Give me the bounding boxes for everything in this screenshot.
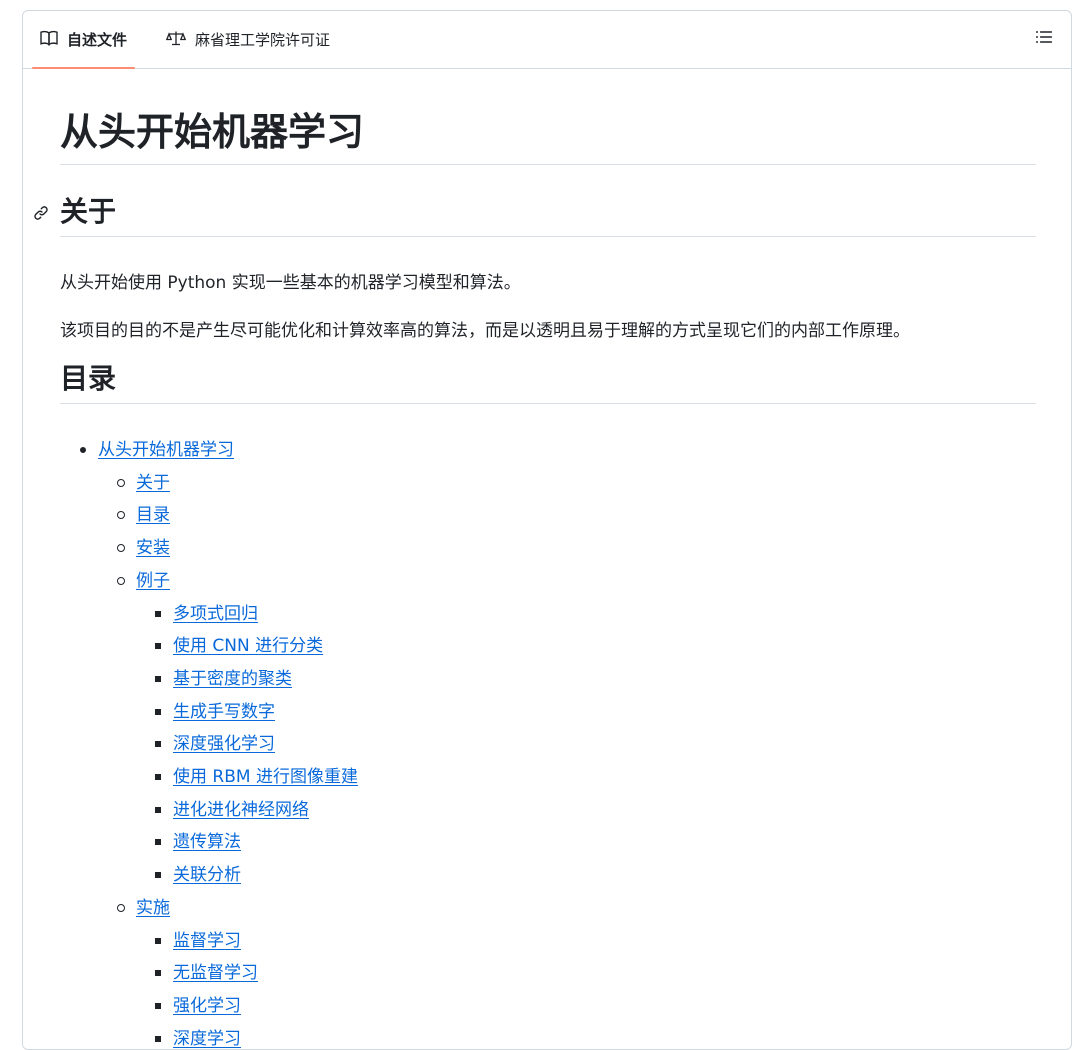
anchor-link[interactable]	[31, 202, 51, 222]
about-paragraph-1: 从头开始使用 Python 实现一些基本的机器学习模型和算法。	[60, 273, 521, 293]
toc-item: 监督学习	[60, 925, 358, 958]
toc-item: 从头开始机器学习	[60, 434, 358, 467]
about-paragraph-2: 该项目的目的不是产生尽可能优化和计算效率高的算法，而是以透明且易于理解的方式呈现…	[60, 321, 910, 341]
toc-link[interactable]: 多项式回归	[173, 604, 258, 624]
toc-link[interactable]: 安装	[136, 538, 170, 558]
toc-item: 深度强化学习	[60, 728, 358, 761]
scale-icon	[165, 30, 195, 50]
book-icon	[40, 30, 67, 50]
tab-license[interactable]: 麻省理工学院许可证	[162, 11, 334, 68]
toc-item: 多项式回归	[60, 598, 358, 631]
toc-link[interactable]: 使用 RBM 进行图像重建	[173, 767, 358, 787]
toc-item: 安装	[60, 532, 358, 565]
link-icon	[33, 194, 49, 230]
toc-link[interactable]: 生成手写数字	[173, 702, 275, 722]
readme-title: 从头开始机器学习	[60, 108, 1036, 165]
toc-link[interactable]: 关联分析	[173, 865, 241, 885]
toc-link[interactable]: 遗传算法	[173, 832, 241, 852]
section-about-heading: 关于	[60, 195, 117, 228]
tab-readme[interactable]: 自述文件	[32, 11, 136, 69]
tab-readme-label: 自述文件	[67, 31, 128, 49]
toc-list: 从头开始机器学习关于目录安装例子 多项式回归使用 CNN 进行分类 基于密度的聚类生…	[60, 434, 358, 1049]
toc-item: 无监督学习	[60, 957, 358, 990]
toc-link[interactable]: 使用 CNN 进行分类	[173, 636, 323, 656]
readme-tab-bar: 自述文件 麻省理工学院许可证	[23, 11, 1071, 69]
toc-link[interactable]: 无监督学习	[173, 963, 258, 983]
outline-button[interactable]	[1033, 28, 1055, 50]
section-toc-heading: 目录	[60, 362, 117, 395]
toc-item: 关联分析	[60, 859, 358, 892]
toc-link[interactable]: 监督学习	[173, 931, 241, 951]
toc-item: 实施	[60, 892, 358, 925]
toc-link[interactable]: 强化学习	[173, 996, 241, 1016]
readme-panel: 自述文件 麻省理工学院许可证 从头开始机器学习 关于 从头开始使用 Python…	[22, 10, 1072, 1050]
tab-license-label: 麻省理工学院许可证	[195, 31, 331, 49]
toc-item: 生成手写数字	[60, 696, 358, 729]
toc-link[interactable]: 实施	[136, 898, 170, 918]
toc-item: 进化进化神经网络	[60, 794, 358, 827]
toc-item: 遗传算法	[60, 826, 358, 859]
toc-item: 关于	[60, 467, 358, 500]
toc-link[interactable]: 进化进化神经网络	[173, 800, 309, 820]
toc-link[interactable]: 从头开始机器学习	[98, 440, 234, 460]
toc-item: 例子	[60, 565, 358, 598]
toc-link[interactable]: 深度强化学习	[173, 734, 275, 754]
section-about: 关于	[34, 194, 1036, 237]
toc-item: 深度学习	[60, 1023, 358, 1049]
toc-item: 强化学习	[60, 990, 358, 1023]
toc-link[interactable]: 例子	[136, 571, 170, 591]
toc-link[interactable]: 目录	[136, 505, 170, 525]
toc-item: 使用 RBM 进行图像重建	[60, 761, 358, 794]
list-icon	[1035, 29, 1053, 49]
toc-link[interactable]: 基于密度的聚类	[173, 669, 292, 689]
toc-link[interactable]: 关于	[136, 473, 170, 493]
toc-link[interactable]: 深度学习	[173, 1029, 241, 1049]
toc-item: 基于密度的聚类	[60, 663, 358, 696]
toc-item: 使用 CNN 进行分类	[60, 630, 358, 663]
section-toc: 目录	[60, 361, 1036, 404]
toc-item: 目录	[60, 499, 358, 532]
